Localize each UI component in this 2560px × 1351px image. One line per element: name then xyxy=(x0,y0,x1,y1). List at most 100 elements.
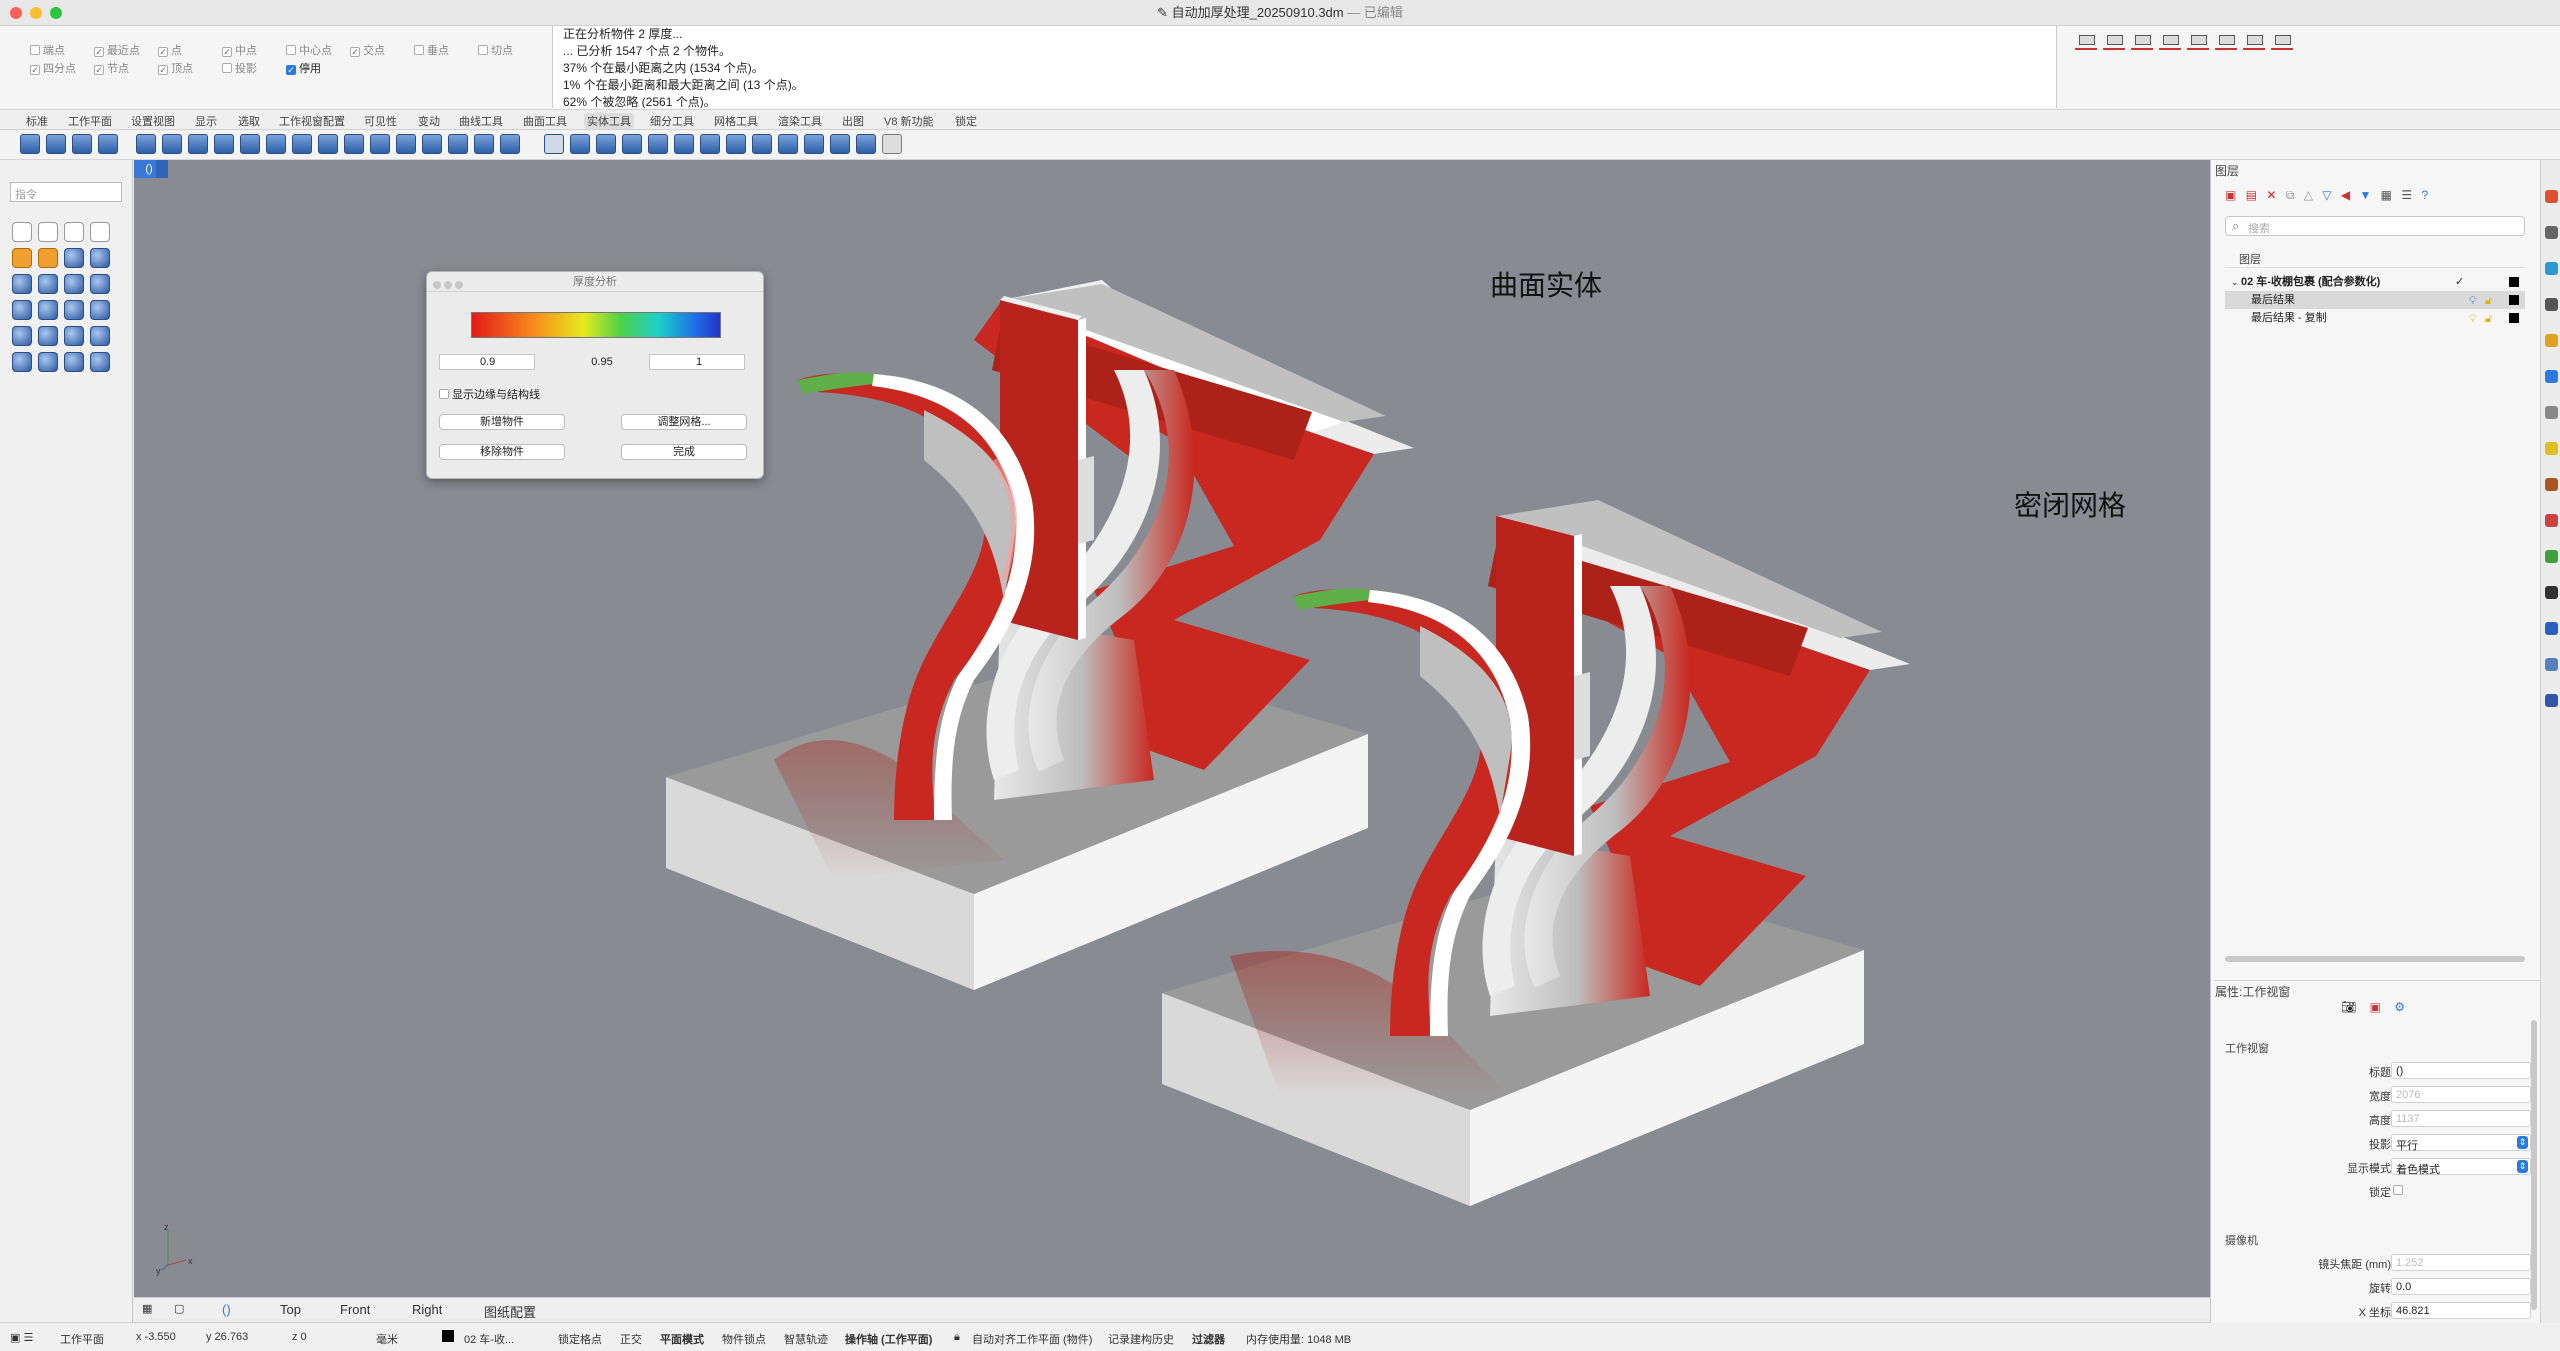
dialog-close-icon[interactable] xyxy=(433,281,441,289)
align-right-icon[interactable] xyxy=(2159,30,2181,50)
unroll-icon[interactable] xyxy=(752,134,772,154)
polyline-icon[interactable] xyxy=(38,222,58,242)
osnap-knot[interactable]: ✓ 节点 xyxy=(94,60,129,76)
osnap-perp[interactable]: 垂点 xyxy=(414,42,449,58)
light-bulb-icon[interactable]: 💡︎ xyxy=(2469,310,2477,328)
lock-checkbox[interactable] xyxy=(2393,1185,2403,1195)
panel-toggle-icon[interactable]: ▣ ☰ xyxy=(10,1331,33,1344)
lights-tab-icon[interactable] xyxy=(2545,334,2558,347)
thickness-color-icon[interactable] xyxy=(830,134,850,154)
status-ortho[interactable]: 正交 xyxy=(620,1331,642,1347)
notes-tab-icon[interactable] xyxy=(2545,586,2558,599)
osnap-mid[interactable]: ✓ 中点 xyxy=(222,42,257,58)
tab-transform[interactable]: 变动 xyxy=(418,113,440,129)
history-icon[interactable] xyxy=(674,134,694,154)
box-icon[interactable] xyxy=(64,248,84,268)
adjust-mesh-button[interactable]: 调整网格... xyxy=(621,414,747,430)
extrude-solid-icon[interactable] xyxy=(38,352,58,372)
min-thickness-field[interactable]: 0.9 xyxy=(439,354,535,370)
text-solid-icon[interactable] xyxy=(64,352,84,372)
offset-surface-icon[interactable] xyxy=(266,134,286,154)
status-record-history[interactable]: 记录建构历史 xyxy=(1108,1331,1174,1347)
surface-corner-icon[interactable] xyxy=(90,222,110,242)
lock-icon[interactable]: 🔒︎ xyxy=(954,1331,960,1344)
explode-icon[interactable] xyxy=(38,248,58,268)
align-center-icon[interactable] xyxy=(2243,30,2265,50)
tab-cplanes[interactable]: 工作平面 xyxy=(68,113,112,129)
align-hcenter-icon[interactable] xyxy=(2187,30,2209,50)
delete-layer-icon[interactable]: ✕ xyxy=(2266,188,2276,202)
torus-icon[interactable] xyxy=(90,300,110,320)
x-coord-input[interactable]: 46.821 xyxy=(2391,1302,2531,1319)
paraboloid-icon[interactable] xyxy=(90,274,110,294)
layer-row[interactable]: 最后结果 - 复制 💡︎ 🔓︎ xyxy=(2225,309,2525,327)
osnap-center[interactable]: 中心点 xyxy=(286,42,332,58)
wire-cut-icon[interactable] xyxy=(570,134,590,154)
osnap-near[interactable]: ✓ 最近点 xyxy=(94,42,140,58)
status-grid-snap[interactable]: 锁定格点 xyxy=(558,1331,602,1347)
place-hole-icon[interactable] xyxy=(448,134,468,154)
tab-v8-features[interactable]: V8 新功能 xyxy=(884,113,934,129)
cylinder-icon[interactable] xyxy=(12,326,32,346)
pipe-icon[interactable] xyxy=(90,326,110,346)
ellipsoid-icon[interactable] xyxy=(64,274,84,294)
grid-view-icon[interactable]: ▦ xyxy=(142,1302,152,1315)
status-units[interactable]: 毫米 xyxy=(376,1331,398,1347)
osnap-project[interactable]: 投影 xyxy=(222,60,257,76)
solid-mesh-icon[interactable] xyxy=(90,352,110,372)
select-arrow-icon[interactable] xyxy=(12,222,32,242)
layer-search-input[interactable]: 搜索 xyxy=(2225,216,2525,236)
truncated-cone-icon[interactable] xyxy=(38,300,58,320)
bend-icon[interactable] xyxy=(622,134,642,154)
sun-tab-icon[interactable] xyxy=(2545,694,2558,707)
tab-top[interactable]: Top xyxy=(280,1302,301,1317)
move-down-icon[interactable]: ▽ xyxy=(2322,188,2331,202)
layer-row-selected[interactable]: 最后结果 💡︎ 🔓︎ xyxy=(2225,291,2525,309)
ellipse-cylinder-icon[interactable] xyxy=(64,326,84,346)
tab-curve-tools[interactable]: 曲线工具 xyxy=(459,113,503,129)
gumball-icon[interactable] xyxy=(882,134,902,154)
make-hole-icon[interactable] xyxy=(396,134,416,154)
status-layer[interactable]: 02 车-收... xyxy=(464,1331,514,1347)
tab-drafting[interactable]: 出图 xyxy=(842,113,864,129)
new-layer-icon[interactable]: ▣ xyxy=(2225,188,2236,202)
close-window-button[interactable] xyxy=(10,7,22,19)
duplicate-layer-icon[interactable]: ⧉ xyxy=(2286,188,2295,202)
tab-mesh-tools[interactable]: 网格工具 xyxy=(714,113,758,129)
align-vcenter-icon[interactable] xyxy=(2215,30,2237,50)
filter-icon[interactable]: ▼ xyxy=(2359,188,2371,202)
show-edges-checkbox[interactable]: 显示边缘与结构线 xyxy=(439,386,540,402)
surface-solid-model[interactable] xyxy=(666,280,1414,990)
prop-height-input[interactable]: 1137 xyxy=(2391,1110,2531,1127)
tab-viewport-layout[interactable]: 工作视窗配置 xyxy=(279,113,345,129)
library-tab-icon[interactable] xyxy=(2545,622,2558,635)
osnap-tan[interactable]: 切点 xyxy=(478,42,513,58)
chamfer-edge-icon[interactable] xyxy=(162,134,182,154)
boolean-intersection-icon[interactable] xyxy=(72,134,92,154)
layer-color-swatch[interactable] xyxy=(2509,277,2519,287)
dialog-min-icon[interactable] xyxy=(444,281,452,289)
properties-scrollbar[interactable] xyxy=(2531,1020,2537,1310)
grid-solid-icon[interactable] xyxy=(778,134,798,154)
remove-objects-button[interactable]: 移除物件 xyxy=(439,444,565,460)
dialog-zoom-icon[interactable] xyxy=(455,281,463,289)
osnap-quad[interactable]: ✓ 四分点 xyxy=(30,60,76,76)
slab-icon[interactable] xyxy=(726,134,746,154)
layer-color-swatch[interactable] xyxy=(2509,313,2519,323)
tab-standard[interactable]: 标准 xyxy=(26,113,48,129)
camera-icon[interactable]: 📷︎ xyxy=(2341,1000,2356,1014)
viewport-props-icon[interactable]: ▣ xyxy=(2370,1000,2381,1014)
tab-layout[interactable]: 图纸配置 xyxy=(484,1302,536,1321)
select-points-icon[interactable] xyxy=(12,248,32,268)
status-osnap[interactable]: 物件锁点 xyxy=(722,1331,766,1347)
columns-icon[interactable]: ▦ xyxy=(2381,188,2392,202)
single-view-icon[interactable]: ▢ xyxy=(174,1302,184,1315)
minimize-window-button[interactable] xyxy=(30,7,42,19)
menu-icon[interactable]: ☰ xyxy=(2401,188,2412,202)
done-button[interactable]: 完成 xyxy=(621,444,747,460)
environment-tab-icon[interactable] xyxy=(2545,406,2558,419)
tab-display[interactable]: 显示 xyxy=(195,113,217,129)
split-face-icon[interactable] xyxy=(344,134,364,154)
help-tab-icon[interactable] xyxy=(2545,298,2558,311)
status-auto-cplane[interactable]: 自动对齐工作平面 (物件) xyxy=(972,1331,1092,1347)
